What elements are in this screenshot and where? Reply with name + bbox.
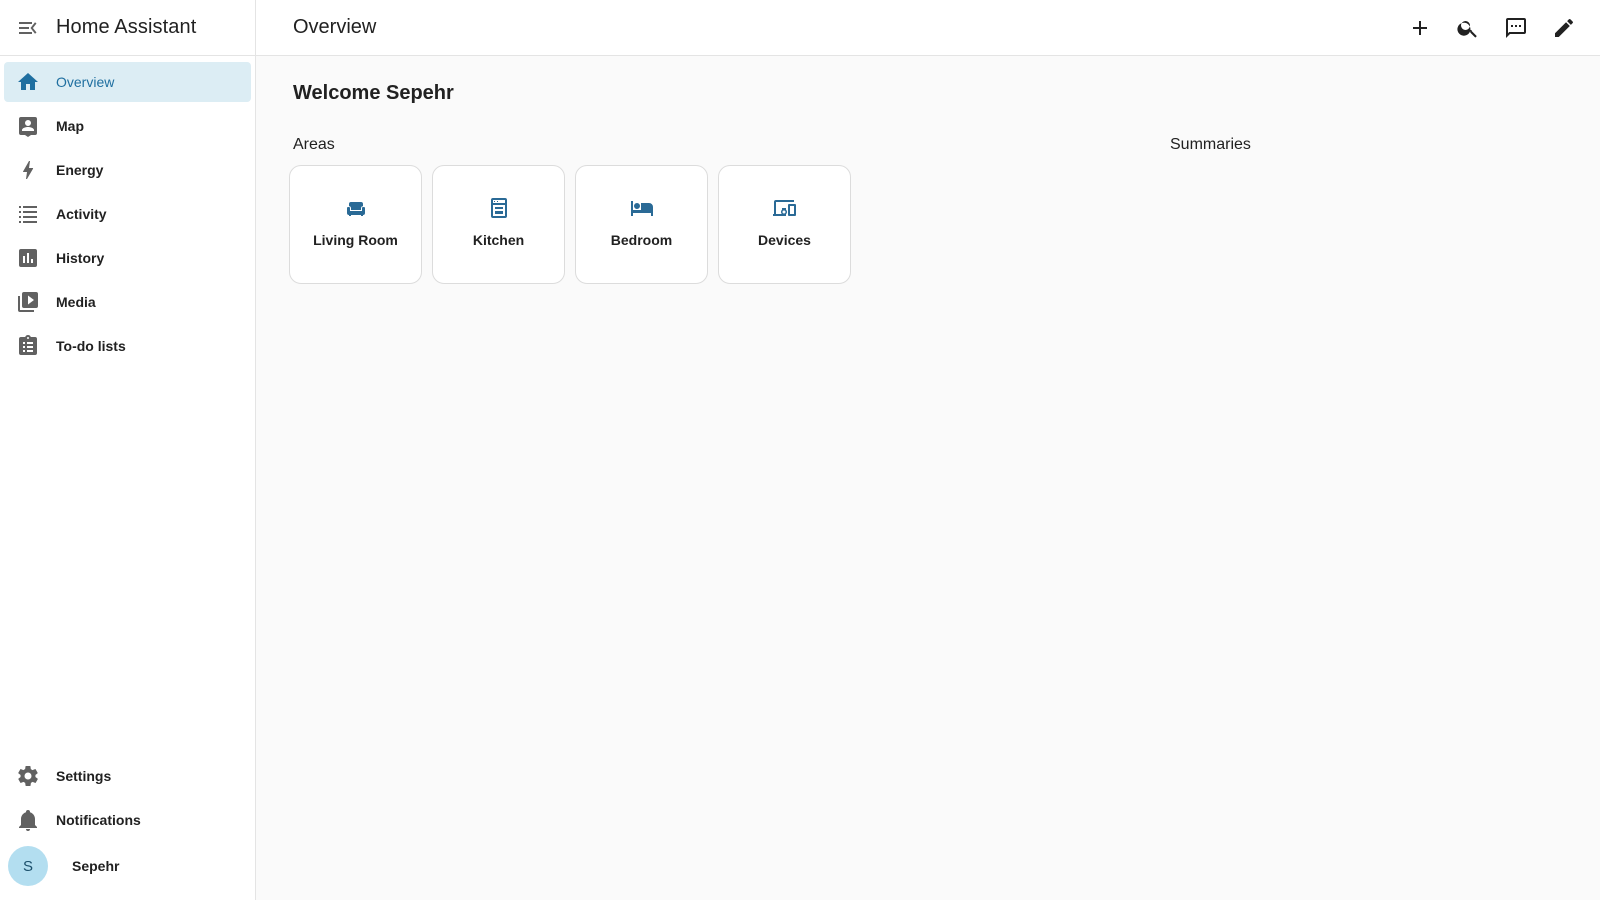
edit-pencil-icon[interactable] — [1540, 4, 1588, 52]
play-box-multiple-icon — [4, 290, 52, 314]
summaries-heading: Summaries — [1170, 136, 1251, 153]
toolbar-actions — [1396, 4, 1588, 52]
sidebar-item-label: Notifications — [56, 812, 141, 828]
sidebar-item-label: Overview — [56, 74, 115, 90]
home-icon — [4, 70, 52, 94]
sidebar-header: Home Assistant — [0, 0, 255, 56]
area-card-kitchen[interactable]: Kitchen — [432, 165, 565, 284]
sidebar-item-label: History — [56, 250, 105, 266]
sidebar-item-label: Media — [56, 294, 96, 310]
area-card-living-room[interactable]: Living Room — [289, 165, 422, 284]
areas-heading: Areas — [293, 136, 335, 153]
area-card-bedroom[interactable]: Bedroom — [575, 165, 708, 284]
sidebar-bottom: Settings Notifications S Sepehr — [0, 756, 255, 888]
sidebar-item-label: Energy — [56, 162, 104, 178]
sidebar-item-map[interactable]: Map — [4, 106, 251, 146]
gear-icon — [4, 764, 52, 788]
area-card-label: Devices — [758, 232, 811, 248]
sidebar-item-media[interactable]: Media — [4, 282, 251, 322]
lightning-bolt-icon — [4, 158, 52, 182]
areas-grid: Living Room Kitchen Bedroom Devices — [289, 165, 851, 284]
top-bar: Overview — [256, 0, 1600, 56]
user-name: Sepehr — [72, 858, 120, 874]
area-card-label: Bedroom — [610, 232, 673, 248]
sidebar-item-energy[interactable]: Energy — [4, 150, 251, 190]
area-card-devices[interactable]: Devices — [718, 165, 851, 284]
avatar: S — [8, 846, 48, 886]
sidebar-item-history[interactable]: History — [4, 238, 251, 278]
welcome-heading: Welcome Sepehr — [293, 82, 454, 104]
sidebar-item-settings[interactable]: Settings — [4, 756, 251, 796]
main-content: Welcome Sepehr Areas Summaries Living Ro… — [257, 56, 1600, 900]
sidebar-item-label: Activity — [56, 206, 107, 222]
page-title: Overview — [293, 16, 377, 38]
sidebar-item-overview[interactable]: Overview — [4, 62, 251, 102]
sidebar-item-label: To-do lists — [56, 338, 126, 354]
sidebar-item-label: Map — [56, 118, 84, 134]
sidebar-item-label: Settings — [56, 768, 112, 784]
area-card-label: Living Room — [313, 232, 398, 248]
chart-box-icon — [4, 246, 52, 270]
app-root: Home Assistant Overview Map Energy Activ… — [0, 0, 1600, 900]
format-list-icon — [4, 202, 52, 226]
add-icon[interactable] — [1396, 4, 1444, 52]
menu-collapse-icon[interactable] — [0, 0, 56, 56]
clipboard-list-icon — [4, 334, 52, 358]
sidebar-item-notifications[interactable]: Notifications — [4, 800, 251, 840]
sidebar-item-todo-lists[interactable]: To-do lists — [4, 326, 251, 366]
assist-chat-icon[interactable] — [1492, 4, 1540, 52]
sidebar-item-profile[interactable]: S Sepehr — [4, 844, 251, 888]
sidebar-item-activity[interactable]: Activity — [4, 194, 251, 234]
bell-icon — [4, 808, 52, 832]
app-title: Home Assistant — [56, 16, 197, 38]
area-card-label: Kitchen — [472, 232, 525, 248]
devices-icon — [772, 196, 797, 220]
sidebar: Home Assistant Overview Map Energy Activ… — [0, 0, 256, 900]
stove-icon — [487, 196, 511, 220]
sidebar-nav: Overview Map Energy Activity History Med… — [0, 62, 255, 370]
map-person-icon — [4, 114, 52, 138]
sofa-icon — [344, 196, 368, 220]
bed-icon — [630, 196, 654, 220]
search-icon[interactable] — [1444, 4, 1492, 52]
